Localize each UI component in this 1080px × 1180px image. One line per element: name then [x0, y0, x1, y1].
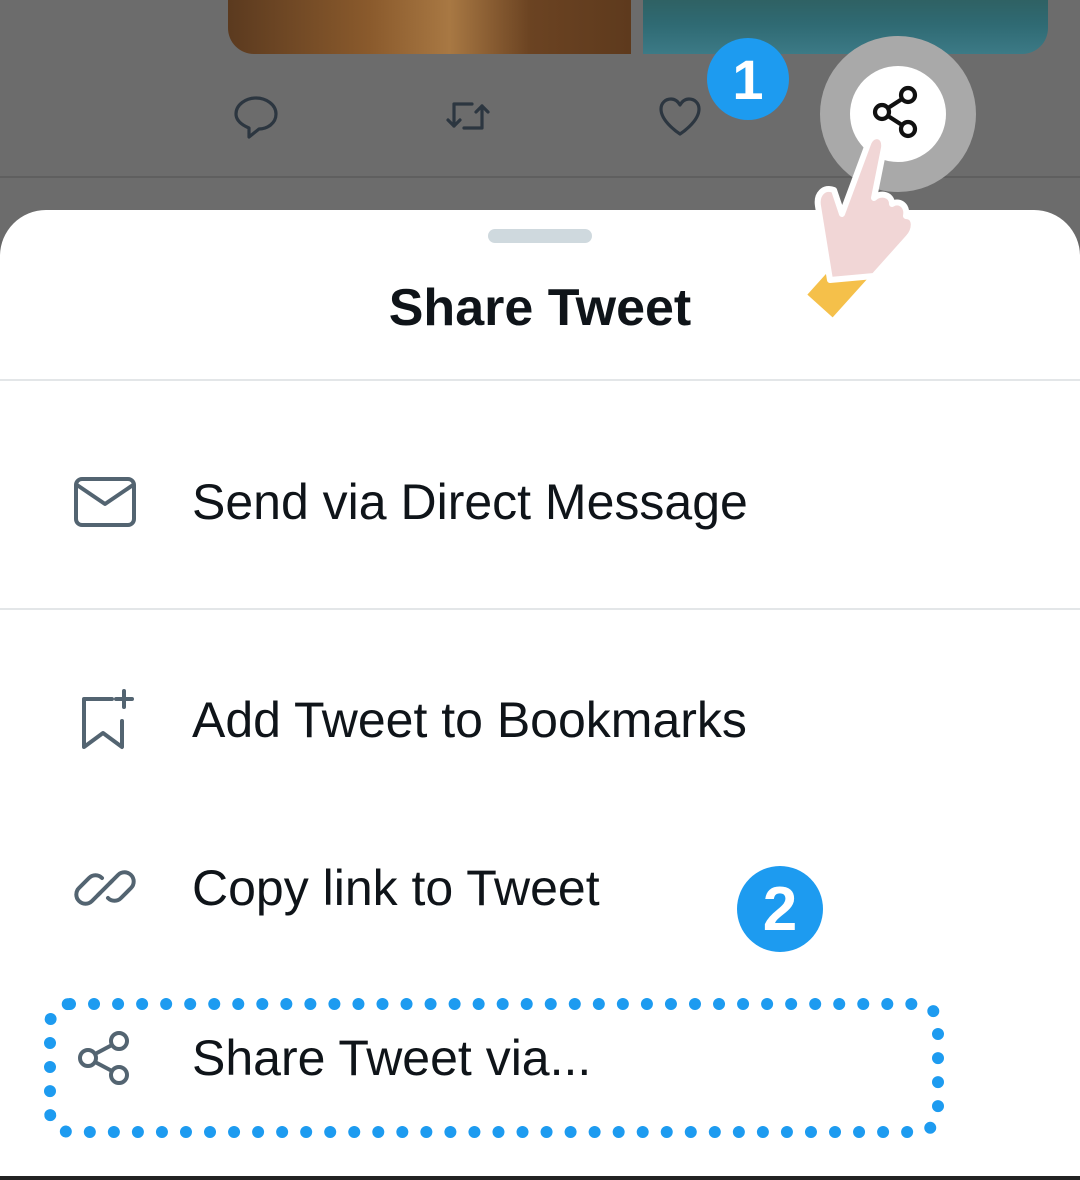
reply-icon[interactable] — [232, 92, 280, 140]
retweet-icon[interactable] — [444, 92, 492, 140]
title-divider — [0, 379, 1080, 381]
bookmark-add-icon — [72, 687, 138, 753]
share-via-highlight — [44, 998, 944, 1138]
screen-bottom-edge — [0, 1176, 1080, 1180]
tweet-image-left[interactable] — [228, 0, 631, 54]
sheet-handle[interactable] — [488, 229, 592, 243]
step-badge-2: 2 — [737, 866, 823, 952]
envelope-icon — [72, 469, 138, 535]
tweet-image-right[interactable] — [643, 0, 1048, 54]
copy-link-item[interactable]: Copy link to Tweet — [0, 828, 1080, 948]
send-via-dm-item[interactable]: Send via Direct Message — [0, 442, 1080, 562]
step-badge-1: 1 — [707, 38, 789, 120]
section-divider — [0, 608, 1080, 610]
like-icon[interactable] — [656, 92, 704, 140]
send-via-dm-label: Send via Direct Message — [192, 474, 748, 530]
copy-link-label: Copy link to Tweet — [192, 860, 600, 916]
add-bookmark-item[interactable]: Add Tweet to Bookmarks — [0, 660, 1080, 780]
pointing-hand-icon — [770, 120, 930, 320]
link-icon — [72, 855, 138, 921]
add-bookmark-label: Add Tweet to Bookmarks — [192, 692, 747, 748]
